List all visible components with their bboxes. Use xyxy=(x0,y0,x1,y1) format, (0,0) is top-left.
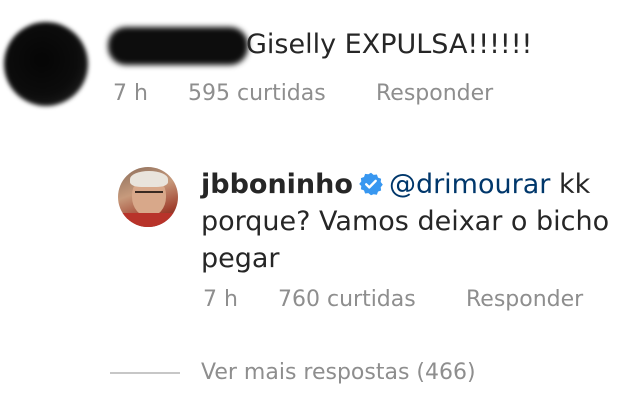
reply-reply-button[interactable]: Responder xyxy=(466,286,583,314)
comment-reply-button[interactable]: Responder xyxy=(376,80,493,108)
reply-time: 7 h xyxy=(203,287,238,312)
reply-likes[interactable]: 760 curtidas xyxy=(278,286,416,314)
avatar-redacted[interactable] xyxy=(4,22,88,106)
avatar[interactable] xyxy=(118,167,178,227)
reply-mention[interactable]: @drimourar xyxy=(389,169,550,200)
comment-text: Giselly EXPULSA!!!!!! xyxy=(246,29,533,60)
comment-time: 7 h xyxy=(113,81,148,106)
comment-likes[interactable]: 595 curtidas xyxy=(188,80,326,108)
reply-body: jbboninho @drimourar kk porque? Vamos dei… xyxy=(201,166,621,277)
username-redacted[interactable] xyxy=(108,27,248,65)
avatar-shirt xyxy=(118,213,178,227)
view-more-replies-button[interactable]: Ver mais respostas (466) xyxy=(201,359,476,387)
verified-badge-icon xyxy=(359,172,383,196)
reply-username[interactable]: jbboninho xyxy=(201,169,353,200)
avatar-hair xyxy=(130,171,168,187)
avatar-glasses xyxy=(135,191,163,200)
view-more-divider xyxy=(110,372,180,374)
